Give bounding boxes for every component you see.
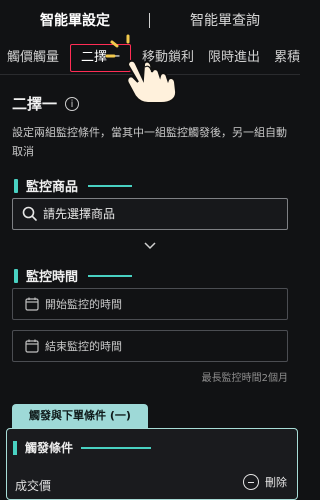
search-icon [19,206,41,222]
tap-hand-icon [104,34,182,104]
info-icon[interactable]: i [65,96,80,111]
delete-button[interactable]: 刪除 [243,474,287,490]
subtab-timed-entry-exit[interactable]: 限時進出 [201,42,267,74]
trigger-accent-line [81,446,152,449]
page-title: 二擇一 [12,95,58,113]
page-description: 設定兩組監控條件，當其中一組監控觸發後，另一組自動取消 [12,126,287,158]
max-duration-note: 最長監控時間2個月 [201,373,288,384]
monitor-time-header: 監控時間 [14,266,133,285]
end-time-placeholder: 結束監控的時間 [45,340,122,353]
calendar-icon [19,338,45,354]
trigger-accent-bar [13,440,17,455]
start-time-placeholder: 開始監控的時間 [45,298,122,311]
page-title-row: 二擇一 i [12,93,80,114]
section-accent-line [88,274,133,277]
monitor-time-title: 監控時間 [26,270,79,285]
subtab-cumulative[interactable]: 累積 [267,42,300,74]
delete-label: 刪除 [265,476,287,489]
chevron-down-icon[interactable] [143,239,157,253]
end-time-field[interactable]: 結束監控的時間 [12,330,288,362]
section-accent-bar [14,178,18,193]
section-accent-line [88,184,133,187]
header-divider [149,13,150,28]
product-search-input[interactable] [41,206,287,222]
minus-circle-icon [243,474,259,490]
calendar-icon [19,296,45,312]
trigger-condition-header: 觸發條件 [13,439,152,456]
subtab-price-volume[interactable]: 觸價觸量 [0,42,66,74]
monitor-product-header: 監控商品 [14,176,133,195]
product-search-field[interactable] [12,198,288,230]
condition-tab-1[interactable]: 觸發與下單條件 (一) [12,404,148,428]
condition-panel: 觸發條件 成交價 刪除 [6,428,298,500]
start-time-field[interactable]: 開始監控的時間 [12,288,288,320]
monitor-product-title: 監控商品 [26,180,79,195]
trade-price-label: 成交價 [15,479,52,493]
trigger-condition-title: 觸發條件 [25,441,74,455]
section-accent-bar [14,268,18,283]
